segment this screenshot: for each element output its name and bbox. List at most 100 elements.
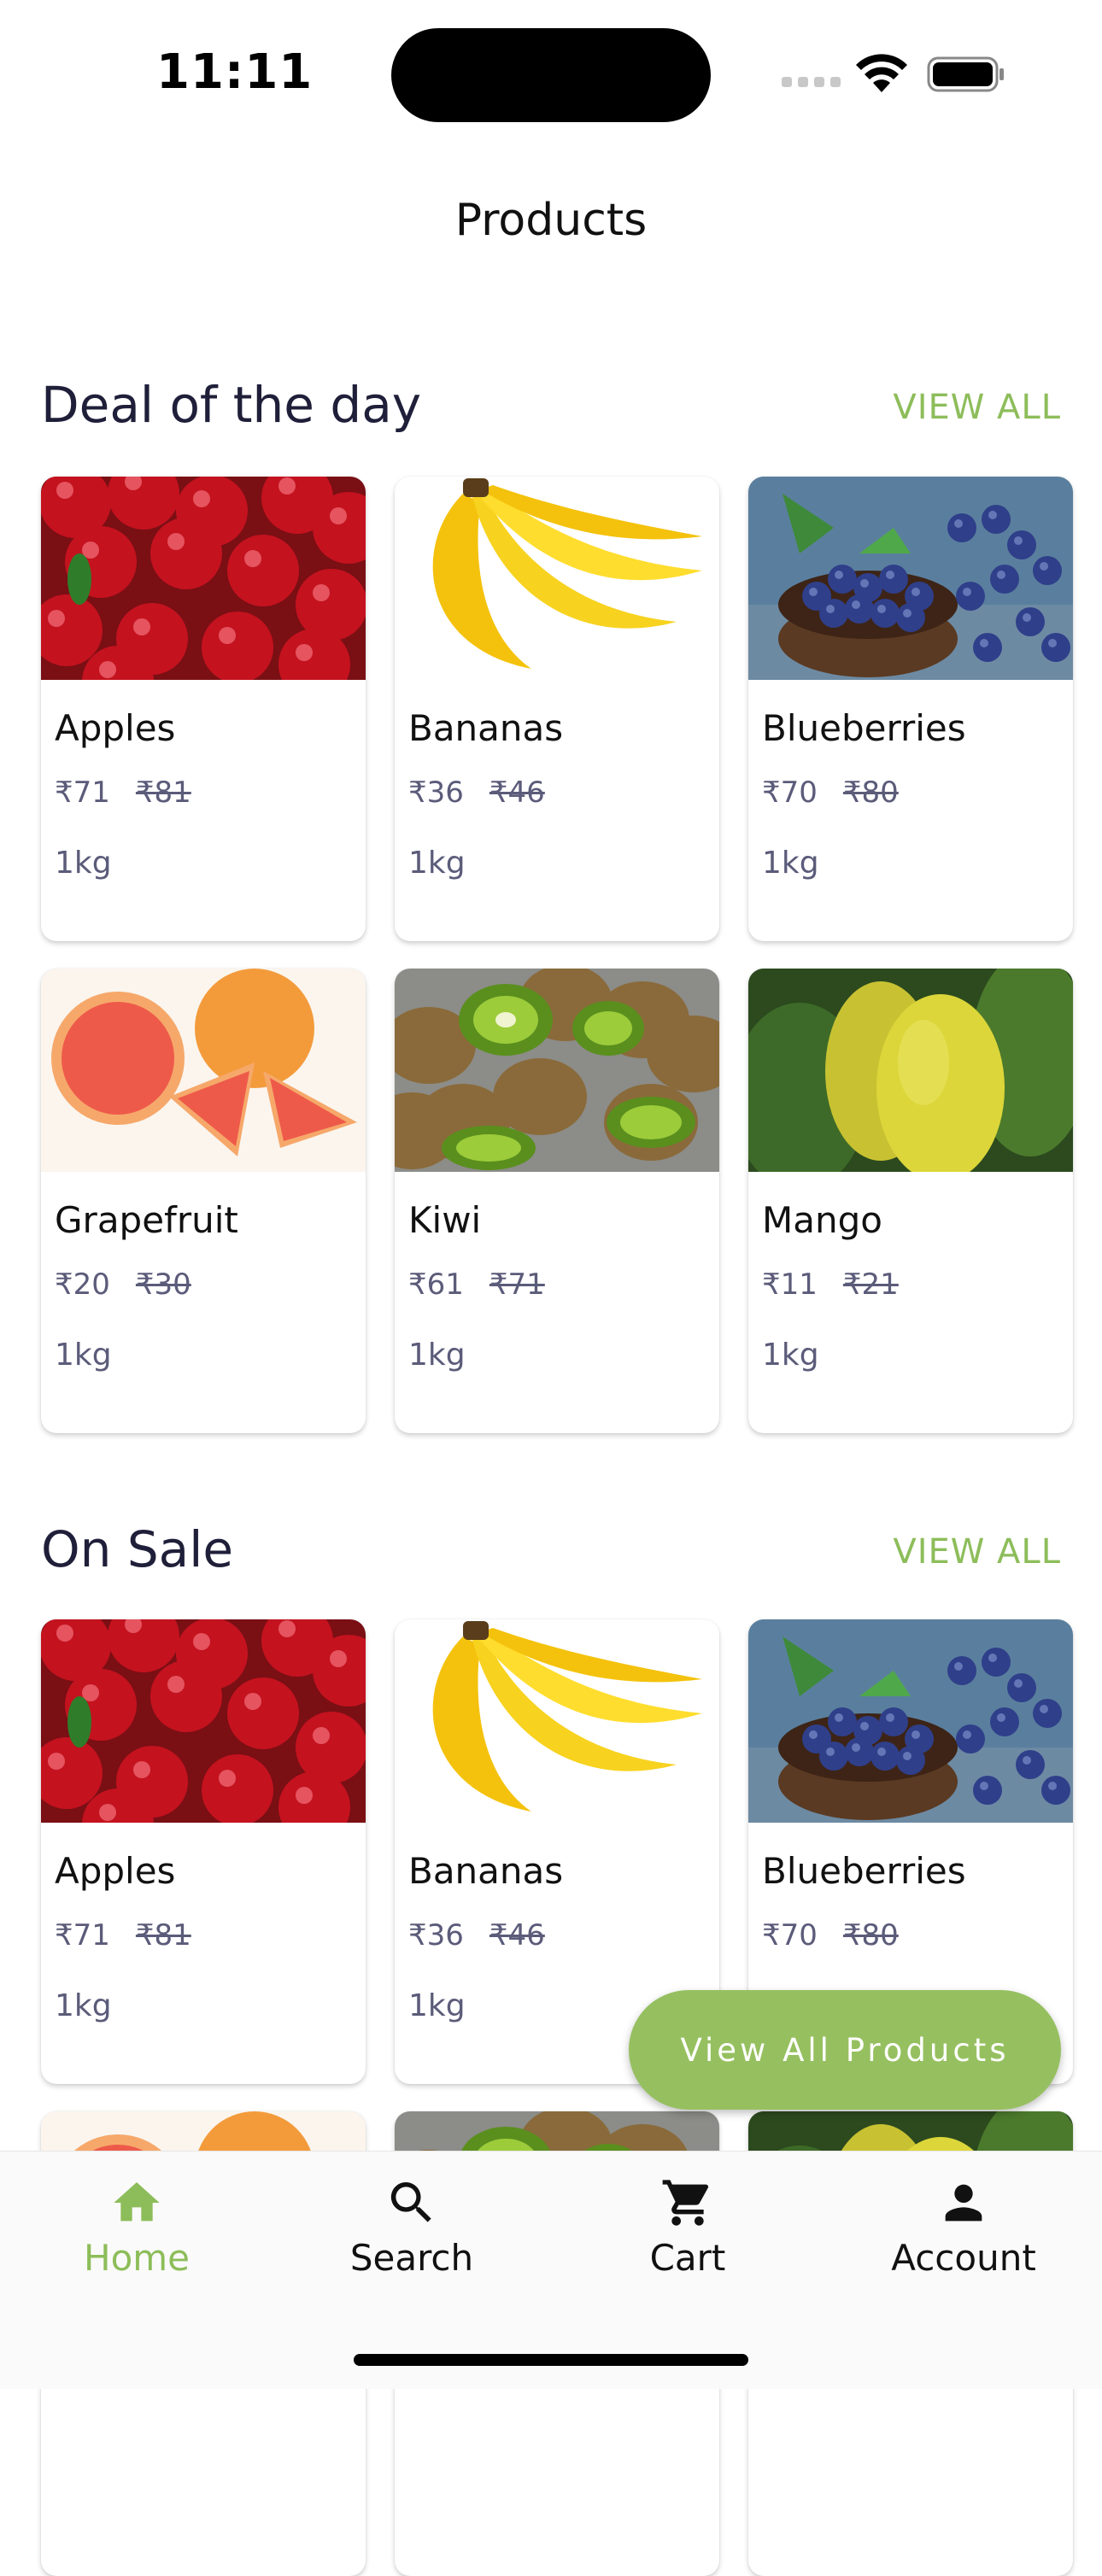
product-price: ₹71 — [55, 1918, 110, 1952]
product-old-price: ₹80 — [842, 776, 899, 810]
product-prices: ₹70 ₹80 — [762, 776, 899, 810]
product-price: ₹11 — [762, 1268, 818, 1302]
section-header-on-sale: On Sale VIEW ALL — [41, 1520, 1061, 1589]
status-time: 11:11 — [156, 44, 314, 100]
apples-image — [41, 1619, 366, 1823]
section-header-deal-of-the-day: Deal of the day VIEW ALL — [41, 376, 1061, 444]
product-price: ₹71 — [55, 776, 110, 810]
search-icon — [390, 2182, 431, 2222]
nav-label: Home — [83, 2237, 191, 2279]
cart-icon — [662, 2180, 709, 2226]
product-name: Apples — [55, 1850, 176, 1892]
view-all-button[interactable]: VIEW ALL — [893, 388, 1061, 427]
apples-image — [41, 477, 366, 680]
product-old-price: ₹81 — [135, 1918, 191, 1952]
product-card[interactable]: Apples ₹71 ₹81 1kg — [41, 1619, 366, 2084]
product-prices: ₹71 ₹81 — [55, 1918, 191, 1952]
product-image — [748, 969, 1073, 1172]
product-name: Kiwi — [408, 1199, 482, 1241]
product-prices: ₹36 ₹46 — [408, 1918, 545, 1952]
account-icon — [945, 2184, 982, 2222]
nav-label: Search — [349, 2237, 474, 2279]
product-card[interactable]: Apples ₹71 ₹81 1kg — [41, 477, 366, 941]
product-old-price: ₹71 — [489, 1268, 545, 1302]
product-card[interactable]: Mango ₹11 ₹21 1kg — [748, 969, 1073, 1433]
product-prices — [55, 2410, 80, 2444]
product-card[interactable]: Bananas ₹36 ₹46 1kg — [395, 477, 719, 941]
product-name: Apples — [55, 707, 176, 749]
product-prices: ₹20 ₹30 — [55, 1268, 191, 1302]
product-name: Mango — [762, 1199, 882, 1241]
product-card[interactable]: Grapefruit ₹20 ₹30 1kg — [41, 969, 366, 1433]
product-image — [395, 477, 719, 680]
kiwi-image — [395, 969, 719, 1172]
section-title: On Sale — [41, 1520, 234, 1578]
nav-home[interactable]: Home — [34, 2175, 239, 2279]
wifi-icon — [856, 54, 907, 92]
product-unit: 1kg — [762, 846, 819, 881]
product-old-price: ₹46 — [489, 776, 545, 810]
product-prices: ₹70 ₹80 — [762, 1918, 899, 1952]
product-price: ₹36 — [408, 776, 464, 810]
product-price: ₹20 — [55, 1268, 110, 1302]
product-old-price: ₹30 — [135, 1268, 191, 1302]
nav-label: Account — [891, 2237, 1036, 2279]
product-price: ₹36 — [408, 1918, 464, 1952]
product-name: Blueberries — [762, 1850, 966, 1892]
product-price: ₹70 — [762, 1918, 818, 1952]
product-name: Bananas — [408, 1850, 564, 1892]
nav-search[interactable]: Search — [309, 2175, 514, 2279]
product-prices: ₹71 ₹81 — [55, 776, 191, 810]
view-all-button[interactable]: VIEW ALL — [893, 1532, 1061, 1572]
product-image — [41, 477, 366, 680]
product-image — [748, 1619, 1073, 1823]
product-unit: 1kg — [55, 846, 112, 881]
dynamic-island — [391, 28, 711, 122]
mango-image — [748, 969, 1073, 1172]
product-card[interactable]: Kiwi ₹61 ₹71 1kg — [395, 969, 719, 1433]
product-name: Grapefruit — [55, 1199, 238, 1241]
product-image — [41, 1619, 366, 1823]
product-image — [41, 969, 366, 1172]
grapefruit-image — [41, 969, 366, 1172]
nav-label: Cart — [649, 2237, 726, 2279]
product-prices — [408, 2410, 434, 2444]
product-prices — [762, 2410, 788, 2444]
page-title: Products — [454, 195, 648, 246]
product-unit: 1kg — [408, 1338, 466, 1373]
product-name: Bananas — [408, 707, 564, 749]
blueberries-image — [748, 1619, 1073, 1823]
product-prices: ₹61 ₹71 — [408, 1268, 545, 1302]
product-name: Blueberries — [762, 707, 966, 749]
product-prices: ₹11 ₹21 — [762, 1268, 899, 1302]
product-unit: 1kg — [55, 1988, 112, 2023]
product-prices: ₹36 ₹46 — [408, 776, 545, 810]
section-title: Deal of the day — [41, 376, 422, 434]
status-bar: 11:11 — [0, 0, 1102, 145]
view-all-products-button[interactable]: View All Products — [629, 1990, 1061, 2110]
product-unit: 1kg — [55, 1338, 112, 1373]
battery-icon — [927, 56, 1004, 92]
product-price: ₹61 — [408, 1268, 464, 1302]
product-unit: 1kg — [408, 1988, 466, 2023]
bananas-image — [395, 477, 719, 680]
product-unit: 1kg — [762, 1338, 819, 1373]
home-indicator — [354, 2354, 748, 2366]
product-image — [748, 477, 1073, 680]
bananas-image — [395, 1619, 719, 1823]
blueberries-image — [748, 477, 1073, 680]
product-old-price: ₹80 — [842, 1918, 899, 1952]
nav-cart[interactable]: Cart — [585, 2175, 790, 2279]
product-image — [395, 969, 719, 1172]
product-unit: 1kg — [408, 846, 466, 881]
product-image — [395, 1619, 719, 1823]
product-old-price: ₹46 — [489, 1918, 545, 1952]
product-old-price: ₹81 — [135, 776, 191, 810]
nav-account[interactable]: Account — [861, 2175, 1066, 2279]
product-old-price: ₹21 — [842, 1268, 899, 1302]
product-price: ₹70 — [762, 776, 818, 810]
product-grid-deal-of-the-day: Apples ₹71 ₹81 1kg Bananas ₹36 ₹46 1kg Blu… — [41, 477, 1076, 1433]
home-icon — [114, 2182, 160, 2222]
product-card[interactable]: Blueberries ₹70 ₹80 1kg — [748, 477, 1073, 941]
cellular-signal-icon — [782, 77, 841, 87]
